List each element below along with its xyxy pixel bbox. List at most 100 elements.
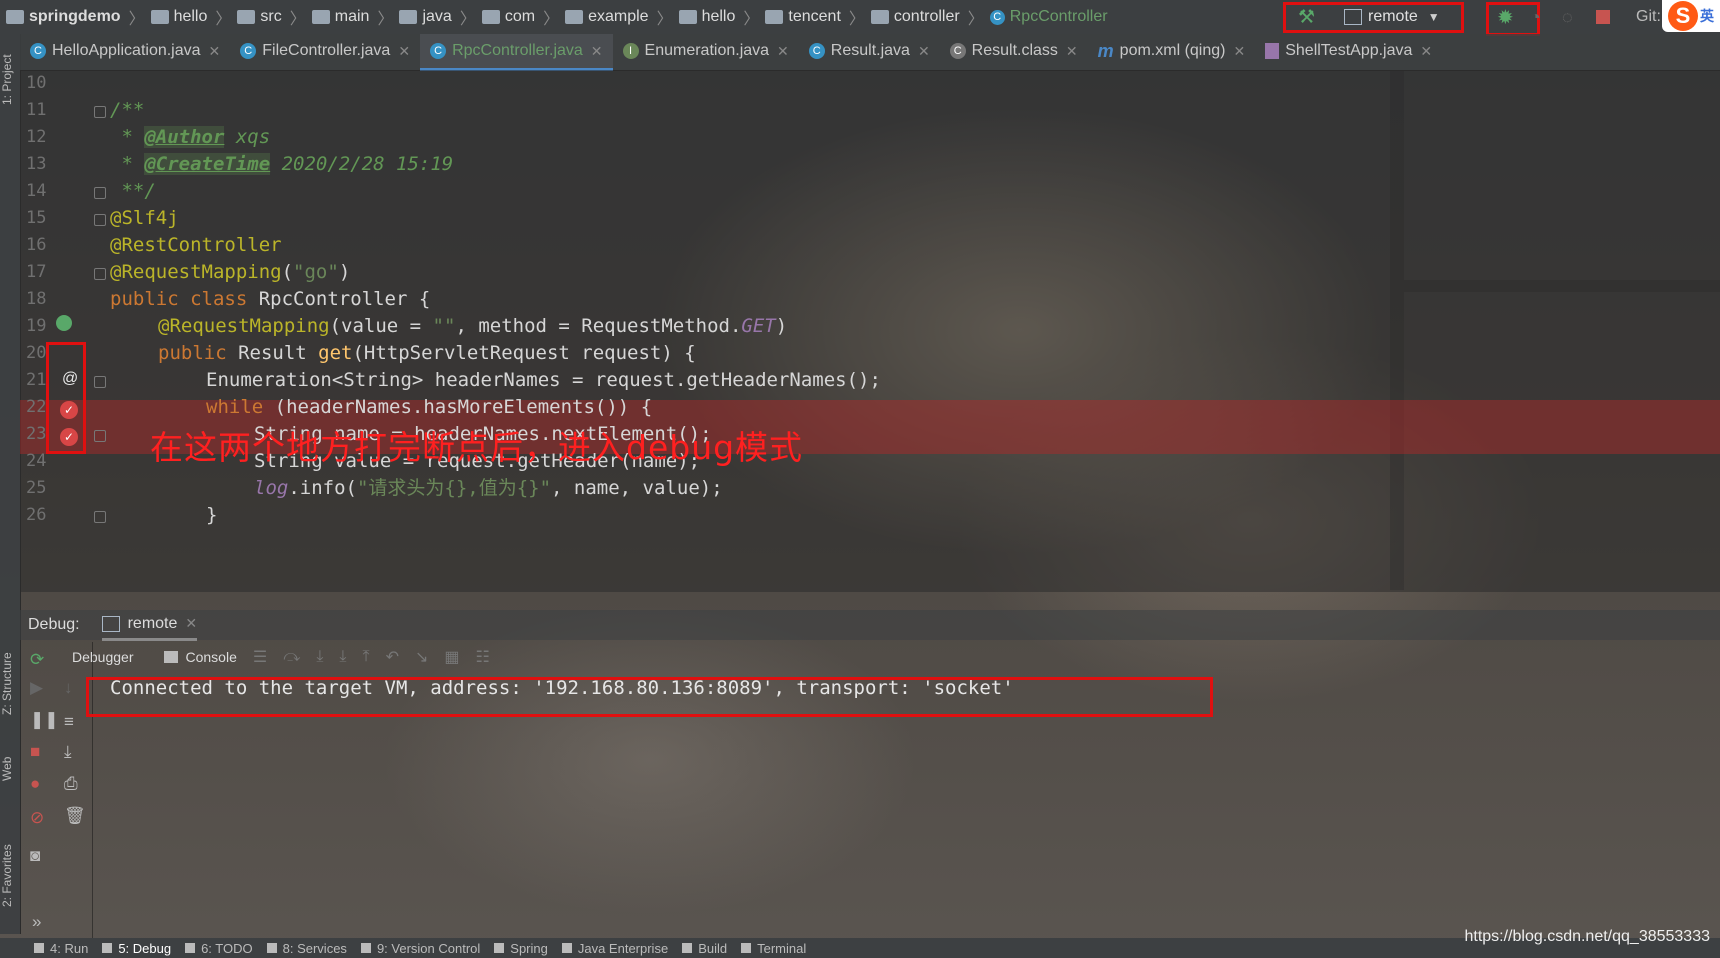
rerun-icon[interactable]: ⟳ [30,650,44,670]
vcs-icon [360,943,371,953]
code-editor[interactable]: 10 11 12 13 14 15 16 17 18 19 20 21 22 2… [20,70,1720,592]
chevron-right-icon: 〉 [743,11,760,28]
step-over-icon[interactable]: ⤼ [283,648,300,666]
project-folder-icon [6,10,24,24]
close-icon[interactable]: ✕ [398,43,410,60]
tool-spring[interactable]: Spring [494,941,548,956]
fold-marker-icon[interactable] [94,268,106,280]
stop-button[interactable] [1596,2,1610,32]
breadcrumb-item[interactable]: com 〉 [476,5,559,29]
folder-icon [150,10,169,24]
layout-icon[interactable]: ☰ [253,647,267,667]
maven-icon: m [1097,40,1114,61]
spring-bean-icon[interactable] [56,315,72,331]
project-tool-button[interactable]: 1: Project [0,40,20,120]
breadcrumb-item[interactable]: controller 〉 [865,5,984,29]
breadcrumb-item[interactable]: src 〉 [231,5,306,29]
bug-icon [102,943,113,953]
tab-filecontroller[interactable]: C FileController.java ✕ [230,34,420,68]
breadcrumb-item[interactable]: main 〉 [306,5,393,29]
structure-tool-button[interactable]: Z: Structure [0,634,20,734]
tool-services[interactable]: 8: Services [266,941,347,956]
step-out-icon[interactable]: ⤒ [362,648,369,666]
line-number: 25 [26,478,47,498]
close-icon[interactable]: ✕ [1066,43,1078,60]
fold-marker-icon[interactable] [94,106,106,118]
tab-result-java[interactable]: C Result.java ✕ [799,34,940,68]
interface-icon: I [622,43,639,59]
annotation-text: 在这两个地方打完断点后，进入debug模式 [150,428,804,467]
debug-header: Debug: remote ✕ [20,610,1720,641]
tool-run[interactable]: 4: Run [34,941,88,956]
favorites-tool-button[interactable]: 2: Favorites [0,826,20,926]
tool-terminal[interactable]: Terminal [741,941,806,956]
tab-console[interactable]: Console [163,649,237,665]
breadcrumb-item[interactable]: hello 〉 [673,5,760,29]
pause-icon[interactable]: ❚❚ [30,710,59,730]
web-tool-button[interactable]: Web [0,744,20,794]
code-line: Enumeration<String> headerNames = reques… [206,369,881,391]
stop-icon [1596,10,1610,24]
debug-session-tab[interactable]: remote ✕ [101,610,198,641]
editor-gutter[interactable]: 10 11 12 13 14 15 16 17 18 19 20 21 22 2… [20,70,112,592]
input-method-indicator[interactable]: S 英 [1662,0,1720,32]
tool-todo[interactable]: 6: TODO [185,941,253,956]
close-icon[interactable]: ✕ [918,43,930,60]
breadcrumb-item[interactable]: tencent 〉 [759,5,865,29]
print-icon[interactable]: ⎙ [64,774,78,794]
close-icon[interactable]: ✕ [185,615,197,632]
close-icon[interactable]: ✕ [209,43,221,60]
fold-marker-icon[interactable] [94,430,106,442]
fold-marker-icon[interactable] [94,376,106,388]
tab-shelltestapp[interactable]: ShellTestApp.java ✕ [1255,34,1442,68]
breadcrumb-item[interactable]: example 〉 [559,5,673,29]
trash-icon[interactable]: 🗑 [64,806,86,826]
editor-tabs: C HelloApplication.java ✕ C FileController.… [20,34,1720,71]
evaluate-icon[interactable]: ▦ [444,647,459,667]
stop-icon[interactable]: ■ [30,742,40,762]
camera-icon[interactable]: ◙ [30,846,40,866]
chevron-right-icon: 〉 [656,11,673,28]
more-icon[interactable]: » [32,912,41,932]
scroll-to-end-icon[interactable]: ⤓ [64,742,72,762]
breadcrumb-item[interactable]: springdemo 〉 [0,5,145,29]
run-with-coverage-button[interactable]: ◔ [1530,2,1541,32]
close-icon[interactable]: ✕ [1233,43,1245,60]
tab-enumeration[interactable]: I Enumeration.java ✕ [613,34,799,68]
git-toolbar[interactable]: Git: [1636,2,1661,32]
tab-rpccontroller[interactable]: C RpcController.java ✕ [420,34,613,71]
code-line: * @Author xqs [110,126,271,148]
fold-marker-icon[interactable] [94,214,106,226]
breadcrumb-item[interactable]: C RpcController [984,8,1108,26]
chevron-right-icon: 〉 [128,11,145,28]
fold-marker-icon[interactable] [94,511,106,523]
view-breakpoints-icon[interactable]: ● [30,774,40,794]
drop-frame-icon[interactable]: ↶ [386,647,399,667]
tool-build[interactable]: Build [682,941,727,956]
profile-button[interactable]: ◌ [1562,2,1573,32]
code-area[interactable]: /** * @Author xqs * @CreateTime 2020/2/2… [110,70,1700,592]
close-icon[interactable]: ✕ [1420,43,1432,60]
tab-result-class[interactable]: C Result.class ✕ [940,34,1088,68]
mute-breakpoints-icon[interactable]: ⊘ [30,808,44,828]
run-to-cursor-icon[interactable]: ↘ [415,647,428,667]
tool-debug[interactable]: 5: Debug [102,941,171,956]
soft-wrap-icon[interactable]: ≡ [64,712,74,732]
close-icon[interactable]: ✕ [777,43,789,60]
scroll-down-icon[interactable]: ↓ [64,678,73,698]
highlight-box-breakpoints [46,342,86,454]
tool-version-control[interactable]: 9: Version Control [360,941,480,956]
tab-helloapplication[interactable]: C HelloApplication.java ✕ [20,34,230,68]
breadcrumb-item[interactable]: hello 〉 [145,5,231,29]
tool-java-enterprise[interactable]: Java Enterprise [561,941,668,956]
fold-marker-icon[interactable] [94,187,106,199]
resume-icon[interactable]: ▶ [30,678,43,698]
force-step-into-icon[interactable]: ⤓ [339,648,346,666]
line-number: 11 [26,100,47,120]
trace-icon[interactable]: ☷ [476,647,490,667]
close-icon[interactable]: ✕ [591,43,603,60]
tab-pom-xml[interactable]: m pom.xml (qing) ✕ [1088,34,1256,68]
step-into-icon[interactable]: ⤓ [316,648,323,666]
breadcrumb-item[interactable]: java 〉 [393,5,476,29]
folder-icon [399,10,418,24]
